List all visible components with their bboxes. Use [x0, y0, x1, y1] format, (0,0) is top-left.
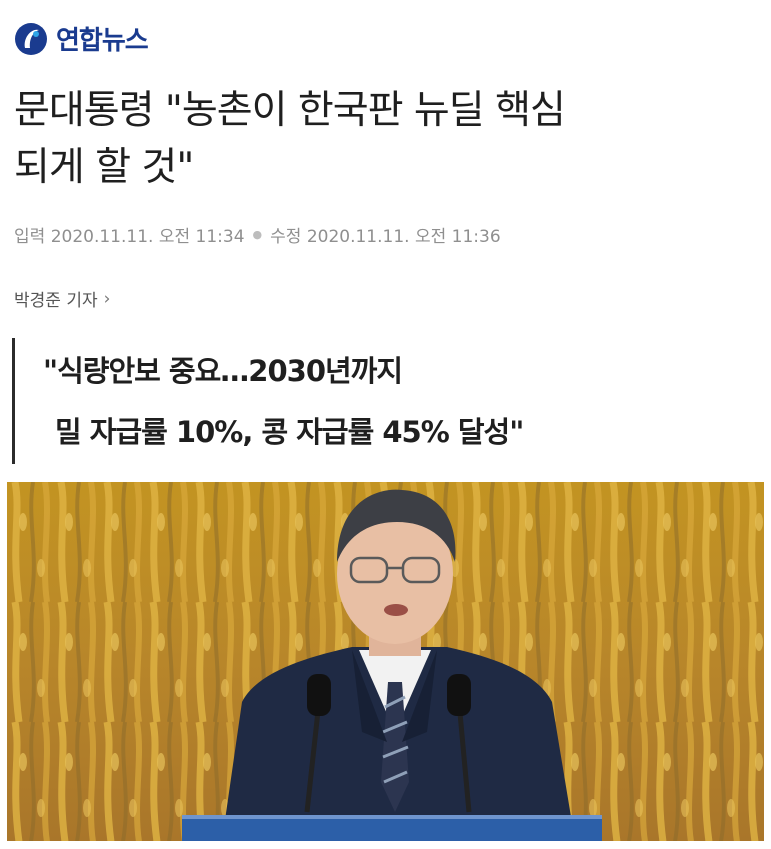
brand-name: 연합뉴스	[56, 26, 149, 56]
reporter-link[interactable]: 박경준 기자 ›	[14, 286, 111, 312]
input-label: 입력	[14, 227, 46, 247]
headline-line-2: 되게 할 것"	[14, 145, 194, 190]
chevron-right-icon: ›	[103, 288, 111, 309]
headline-line-1: 문대통령 "농촌이 한국판 뉴딜 핵심	[14, 88, 566, 133]
article-photo[interactable]	[7, 482, 764, 841]
article-meta: 입력 2020.11.11. 오전 11:34 ● 수정 2020.11.11.…	[14, 222, 501, 247]
article-headline: 문대통령 "농촌이 한국판 뉴딜 핵심 되게 할 것"	[14, 82, 759, 196]
input-time: 2020.11.11. 오전 11:34	[50, 227, 245, 247]
edit-label: 수정	[270, 227, 302, 247]
edit-time: 2020.11.11. 오전 11:36	[306, 227, 501, 247]
reporter-name: 박경준 기자	[14, 291, 98, 311]
photo-illustration	[7, 482, 764, 841]
subtitle-line-2: 밀 자급률 10%, 콩 자급률 45% 달성"	[55, 415, 524, 449]
yonhap-logo-icon	[15, 22, 47, 55]
article-subtitle: "식량안보 중요…2030년까지 밀 자급률 10%, 콩 자급률 45% 달성…	[12, 338, 760, 464]
subtitle-line-1: "식량안보 중요…2030년까지	[43, 354, 403, 388]
meta-separator-dot: ●	[252, 228, 263, 241]
brand-logo[interactable]: 연합뉴스	[14, 20, 149, 57]
